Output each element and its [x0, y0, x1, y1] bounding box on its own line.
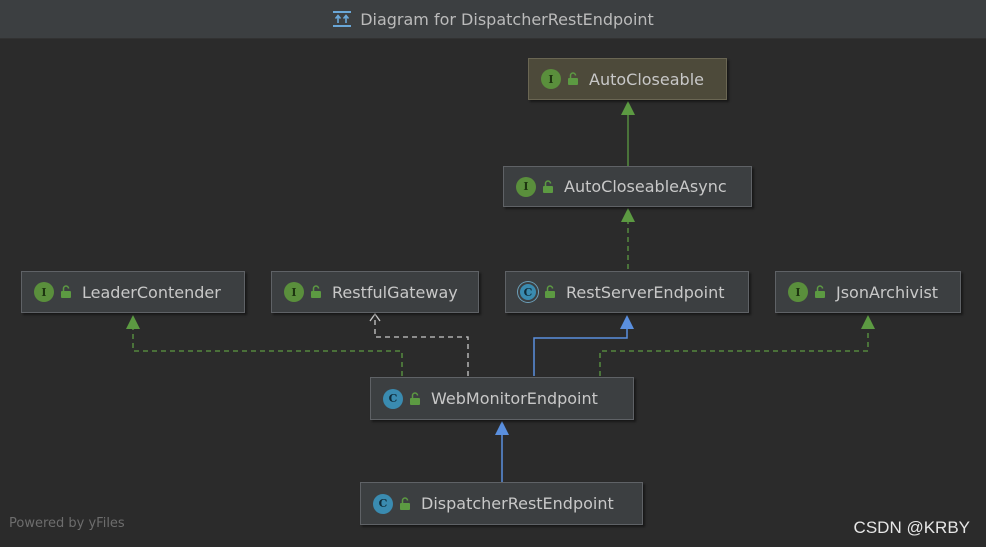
unlocked-icon — [568, 72, 578, 85]
edge-restserverendpoint-to-autocloseableasync — [621, 208, 635, 269]
edge-webmonitorendpoint-to-restfulgateway — [369, 312, 469, 376]
class-diagram-icon — [333, 11, 352, 27]
unlocked-icon — [311, 285, 321, 298]
unlocked-icon — [410, 391, 420, 405]
unlocked-icon — [815, 285, 825, 298]
node-label: WebMonitorEndpoint — [431, 389, 598, 408]
node-autocloseable[interactable]: I AutoCloseable — [528, 58, 727, 100]
node-jsonarchivist[interactable]: I JsonArchivist — [775, 271, 961, 313]
unlocked-icon — [61, 285, 71, 298]
node-restfulgateway[interactable]: I RestfulGateway — [271, 271, 479, 313]
powered-by-label: Powered by yFiles — [9, 516, 125, 531]
edge-dispatcherrestendpoint-to-webmonitorendpoint — [495, 421, 509, 482]
window-title: Diagram for DispatcherRestEndpoint — [360, 9, 654, 29]
watermark: CSDN @KRBY — [853, 518, 970, 537]
interface-icon: I — [34, 282, 54, 302]
node-restserverendpoint[interactable]: C RestServerEndpoint — [505, 271, 749, 313]
window-title-bar: Diagram for DispatcherRestEndpoint — [0, 0, 986, 39]
node-dispatcherrestendpoint[interactable]: C DispatcherRestEndpoint — [360, 482, 643, 525]
interface-icon: I — [541, 69, 561, 89]
node-label: RestfulGateway — [332, 282, 458, 302]
class-icon: C — [383, 388, 403, 409]
node-label: RestServerEndpoint — [566, 282, 725, 302]
node-leadercontender[interactable]: I LeaderContender — [21, 271, 245, 313]
node-label: LeaderContender — [82, 282, 221, 302]
interface-icon: I — [788, 282, 808, 302]
unlocked-icon — [543, 179, 553, 193]
unlocked-icon — [545, 285, 555, 298]
class-icon: C — [373, 493, 393, 514]
edge-webmonitorendpoint-to-restserverendpoint — [533, 315, 634, 376]
abstract-class-icon: C — [518, 282, 538, 302]
node-label: AutoCloseableAsync — [564, 177, 727, 196]
node-label: AutoCloseable — [589, 69, 704, 89]
node-label: DispatcherRestEndpoint — [421, 494, 614, 513]
edge-webmonitorendpoint-to-leadercontender — [126, 315, 403, 376]
edge-webmonitorendpoint-to-jsonarchivist — [599, 315, 875, 376]
edge-autocloseableasync-to-autocloseable — [621, 101, 635, 167]
node-label: JsonArchivist — [836, 282, 939, 302]
diagram-canvas[interactable]: I AutoCloseable I AutoCloseableAsync I L… — [0, 39, 986, 547]
node-webmonitorendpoint[interactable]: C WebMonitorEndpoint — [370, 377, 634, 420]
interface-icon: I — [516, 176, 536, 197]
interface-icon: I — [284, 282, 304, 302]
node-autocloseableasync[interactable]: I AutoCloseableAsync — [503, 166, 752, 207]
unlocked-icon — [400, 496, 410, 510]
